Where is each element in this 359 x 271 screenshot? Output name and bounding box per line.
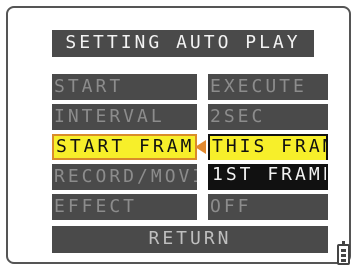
menu-item-interval[interactable]: INTERVAL [52,104,197,130]
left-arrow-icon [195,140,206,154]
menu-value-effect[interactable]: OFF [208,194,328,220]
menu-item-effect[interactable]: EFFECT [52,194,197,220]
camera-menu-screen: SETTING AUTO PLAY START EXECUTE INTERVAL… [6,6,351,265]
return-button[interactable]: RETURN [52,226,328,253]
menu-item-start[interactable]: START [52,74,197,100]
menu-item-start-frame[interactable]: START FRAME [52,134,197,160]
menu-title: SETTING AUTO PLAY [52,30,314,57]
option-this-frame[interactable]: THIS FRAME [208,134,328,160]
menu-item-record-movie[interactable]: RECORD/MOVIE [52,164,197,190]
battery-icon [337,241,350,265]
menu-value-start[interactable]: EXECUTE [208,74,328,100]
menu-value-interval[interactable]: 2SEC [208,104,328,130]
option-1st-frame[interactable]: 1ST FRAME [208,164,328,190]
